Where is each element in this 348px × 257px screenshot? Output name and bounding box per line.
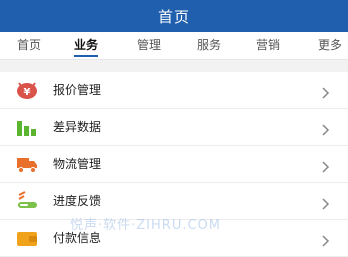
chevron-right-icon [322,232,330,247]
wallet-icon [16,228,38,248]
bar-chart-icon [16,117,38,137]
chevron-right-icon [322,195,330,210]
menu-item-progress-feedback[interactable]: 进度反馈 [0,183,348,220]
tab-home[interactable]: 首页 [4,32,54,59]
menu-item-label: 进度反馈 [53,194,102,208]
yen-price-icon: ¥ [16,80,38,100]
active-tab-indicator [74,55,98,57]
chevron-right-icon [322,121,330,136]
menu-item-label: 报价管理 [53,83,102,97]
tab-management[interactable]: 管理 [124,32,174,59]
menu-item-label: 物流管理 [53,157,102,171]
menu-item-quote-management[interactable]: ¥ 报价管理 [0,72,348,109]
truck-icon [16,154,38,174]
svg-text:¥: ¥ [24,87,31,98]
menu-item-logistics-management[interactable]: 物流管理 [0,146,348,183]
chevron-right-icon [322,84,330,99]
app-header: 首页 [0,0,348,32]
chevron-right-icon [322,158,330,173]
menu-item-payment-info[interactable]: 付款信息 [0,220,348,257]
menu-item-label: 差异数据 [53,120,102,134]
business-menu-list: ¥ 报价管理 差异数据 物流管理 进度反馈 付款信息 [0,72,348,257]
menu-item-variance-data[interactable]: 差异数据 [0,109,348,146]
page-title: 首页 [157,7,190,26]
tab-service[interactable]: 服务 [184,32,234,59]
progress-icon [16,191,38,211]
tab-marketing[interactable]: 营销 [243,32,293,59]
tab-more[interactable]: 更多 [305,32,348,59]
menu-item-label: 付款信息 [53,231,102,245]
tab-bar: 首页 业务 管理 服务 营销 更多 [0,32,348,60]
tab-business[interactable]: 业务 [61,32,111,59]
